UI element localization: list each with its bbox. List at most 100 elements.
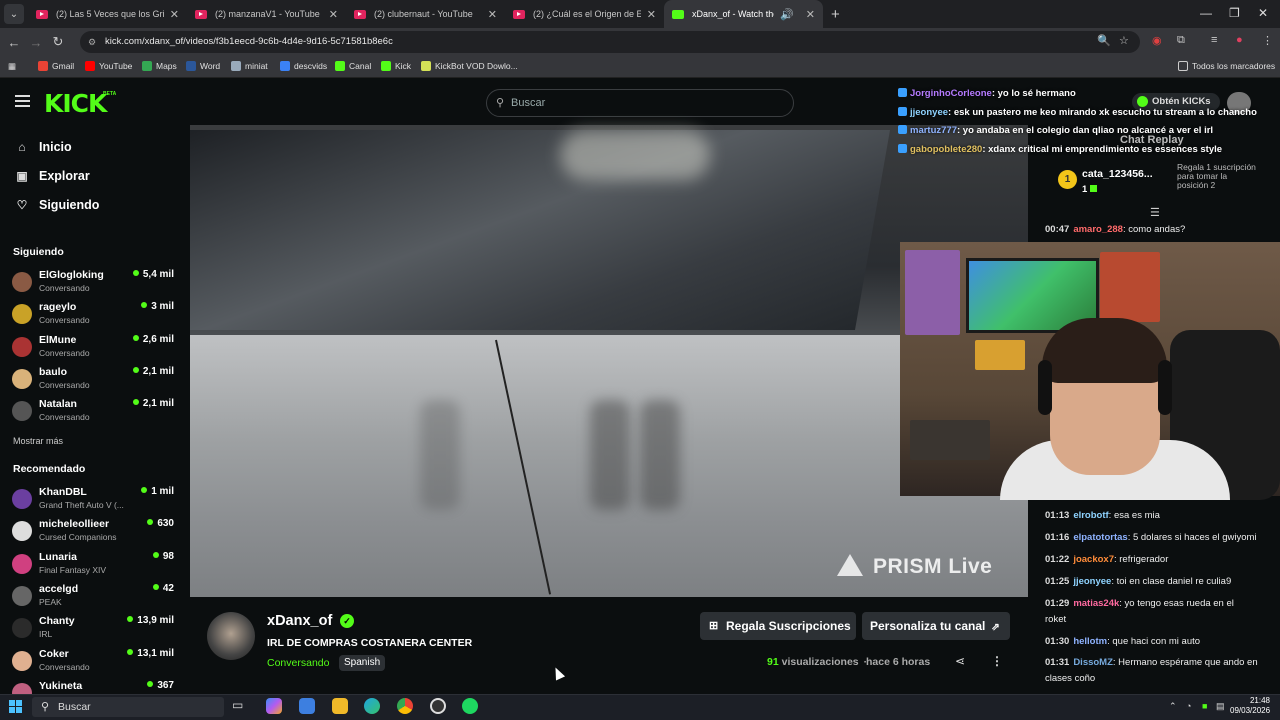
playlist-icon[interactable]: ≡ xyxy=(1211,34,1217,46)
recommended-channel-item[interactable]: Coker Conversando 13,1 mil xyxy=(12,647,178,679)
chat-username[interactable]: martuz777 xyxy=(910,125,957,136)
category-link[interactable]: Conversando xyxy=(267,657,329,669)
star-icon[interactable]: ☆ xyxy=(1119,34,1129,47)
chat-username[interactable]: jjeonyee xyxy=(1073,576,1111,587)
following-channel-item[interactable]: rageylo Conversando 3 mil xyxy=(12,300,178,332)
task-view-icon[interactable]: ▭ xyxy=(232,698,248,714)
back-icon[interactable]: ← xyxy=(3,35,25,50)
chat-username[interactable]: jjeonyee xyxy=(910,107,948,118)
recommended-channel-item[interactable]: Lunaria Final Fantasy XIV 98 xyxy=(12,550,178,582)
heart-icon: ♡ xyxy=(16,198,28,212)
chat-username[interactable]: hellotm xyxy=(1073,636,1107,647)
language-tag[interactable]: Spanish xyxy=(339,655,386,671)
chrome-menu-icon[interactable]: ⋮ xyxy=(1262,34,1273,47)
share-icon[interactable]: ⋖ xyxy=(955,654,965,668)
chat-username[interactable]: gabopoblete280 xyxy=(910,144,982,155)
chat-username[interactable]: amaro_288 xyxy=(1073,224,1123,235)
close-tab-icon[interactable]: ✕ xyxy=(806,8,815,21)
nav-explore[interactable]: ▣ Explorar xyxy=(15,169,89,183)
bookmark-kickbot[interactable]: KickBot VOD Dowlo... xyxy=(421,61,518,71)
bookmark-youtube[interactable]: YouTube xyxy=(85,61,132,71)
youtube-icon xyxy=(36,9,48,19)
apps-icon[interactable]: ▦ xyxy=(8,61,16,72)
all-bookmarks[interactable]: Todos los marcadores xyxy=(1178,61,1275,71)
recommended-channel-item[interactable]: accelgd PEAK 42 xyxy=(12,582,178,614)
spotify-icon[interactable] xyxy=(462,698,478,714)
channel-avatar[interactable] xyxy=(207,612,255,660)
nav-following[interactable]: ♡ Siguiendo xyxy=(15,198,100,212)
menu-icon[interactable] xyxy=(15,95,30,107)
browser-tab[interactable]: (2) clubernaut - YouTube ✕ xyxy=(346,0,505,28)
leaderboard-user[interactable]: cata_123456... xyxy=(1082,168,1153,180)
tray-chevron-icon[interactable]: ⌃ xyxy=(1169,701,1177,712)
customize-channel-button[interactable]: Personaliza tu canal ⇗ xyxy=(862,612,1010,640)
new-tab-button[interactable]: + xyxy=(831,6,840,23)
windows-start-icon[interactable] xyxy=(9,700,22,713)
chat-username[interactable]: elrobotf xyxy=(1073,510,1108,521)
show-more-link[interactable]: Mostrar más xyxy=(13,436,63,446)
chat-username[interactable]: DissoMZ xyxy=(1073,657,1113,668)
copilot-icon[interactable] xyxy=(266,698,282,714)
chat-username[interactable]: elpatotortas xyxy=(1073,532,1127,543)
chat-username[interactable]: joackox7 xyxy=(1073,554,1114,565)
following-channel-item[interactable]: Natalan Conversando 2,1 mil xyxy=(12,397,178,429)
close-tab-icon[interactable]: ✕ xyxy=(329,8,338,21)
channel-category: Grand Theft Auto V (... xyxy=(39,500,124,510)
address-bar[interactable]: ⚙ kick.com/xdanx_of/videos/f3b1eecd-9c6b-… xyxy=(80,31,1140,53)
gift-hint[interactable]: Regala 1 suscripción para tomar la posic… xyxy=(1177,163,1257,190)
taskbar-clock[interactable]: 21:48 09/03/2026 xyxy=(1230,696,1270,716)
record-extension-icon[interactable]: ◉ xyxy=(1152,34,1162,47)
more-options-icon[interactable]: ⋮ xyxy=(991,654,1003,668)
bookmark-word[interactable]: Word xyxy=(186,61,220,71)
following-channel-item[interactable]: baulo Conversando 2,1 mil xyxy=(12,365,178,397)
close-window-icon[interactable]: ✕ xyxy=(1258,6,1268,20)
tray-app-icon[interactable]: ■ xyxy=(1202,701,1207,711)
recommended-channel-item[interactable]: Chanty IRL 13,9 mil xyxy=(12,614,178,646)
speaker-icon[interactable]: 🔊 xyxy=(780,8,794,21)
chat-username[interactable]: matias24k xyxy=(1073,598,1119,609)
close-tab-icon[interactable]: ✕ xyxy=(488,8,497,21)
recommended-channel-item[interactable]: micheleollieer Cursed Companions 630 xyxy=(12,517,178,549)
network-icon[interactable]: ▤ xyxy=(1216,701,1225,712)
search-input[interactable]: ⚲ Buscar xyxy=(486,89,794,117)
browser-tab[interactable]: (2) ¿Cuál es el Origen de Estos✕ xyxy=(505,0,664,28)
chrome-icon[interactable] xyxy=(397,698,413,714)
reload-icon[interactable]: ↻ xyxy=(47,34,69,50)
tab-search-button[interactable]: ⌄ xyxy=(4,4,24,24)
browser-tab[interactable]: (2) manzanaV1 - YouTube ✕ xyxy=(187,0,346,28)
taskbar-search[interactable]: ⚲ Buscar xyxy=(32,697,224,717)
forward-icon[interactable]: → xyxy=(25,35,47,50)
gift-subs-button[interactable]: ⊞ Regala Suscripciones xyxy=(700,612,856,640)
file-explorer-icon[interactable] xyxy=(332,698,348,714)
filter-icon[interactable]: ☰ xyxy=(1150,206,1160,219)
bookmark-descvids[interactable]: descvids xyxy=(280,61,327,71)
browser-tab-active[interactable]: xDanx_of - Watch the VOD🔊✕ xyxy=(664,0,823,28)
bookmark-canal[interactable]: Canal xyxy=(335,61,371,71)
channel-name[interactable]: xDanx_of xyxy=(267,613,332,629)
chat-username[interactable]: JorginhoCorleone xyxy=(910,88,992,99)
overlay-chat-message: martuz777: yo andaba en el colegio dan q… xyxy=(898,125,1213,136)
edge-icon[interactable] xyxy=(364,698,380,714)
close-tab-icon[interactable]: ✕ xyxy=(170,8,179,21)
wifi-icon[interactable]: ◔ xyxy=(1186,701,1191,711)
nav-home[interactable]: ⌂ Inicio xyxy=(15,140,71,154)
site-info-icon[interactable]: ⚙ xyxy=(88,31,96,53)
bookmark-gmail[interactable]: Gmail xyxy=(38,61,74,71)
recommended-channel-item[interactable]: KhanDBL Grand Theft Auto V (... 1 mil xyxy=(12,485,178,517)
following-channel-item[interactable]: ElMune Conversando 2,6 mil xyxy=(12,333,178,365)
browser-tab[interactable]: (2) Las 5 Veces que los Gringos✕ xyxy=(28,0,187,28)
bookmark-kick[interactable]: Kick xyxy=(381,61,411,71)
profile-avatar[interactable]: ● xyxy=(1236,34,1243,46)
bookmark-miniat[interactable]: miniat xyxy=(231,61,268,71)
restore-icon[interactable]: ❐ xyxy=(1229,6,1240,20)
store-icon[interactable] xyxy=(299,698,315,714)
bookmark-maps[interactable]: Maps xyxy=(142,61,177,71)
close-tab-icon[interactable]: ✕ xyxy=(647,8,656,21)
following-channel-item[interactable]: ElGlogloking Conversando 5,4 mil xyxy=(12,268,178,300)
extensions-icon[interactable]: ⧉ xyxy=(1177,34,1185,47)
zoom-icon[interactable]: 🔍 xyxy=(1097,34,1111,47)
minimize-icon[interactable]: — xyxy=(1200,6,1212,20)
kick-logo[interactable]: KICK xyxy=(44,89,107,118)
tab-strip: ⌄ (2) Las 5 Veces que los Gringos✕ (2) m… xyxy=(0,0,1280,28)
obs-icon[interactable] xyxy=(430,698,446,714)
